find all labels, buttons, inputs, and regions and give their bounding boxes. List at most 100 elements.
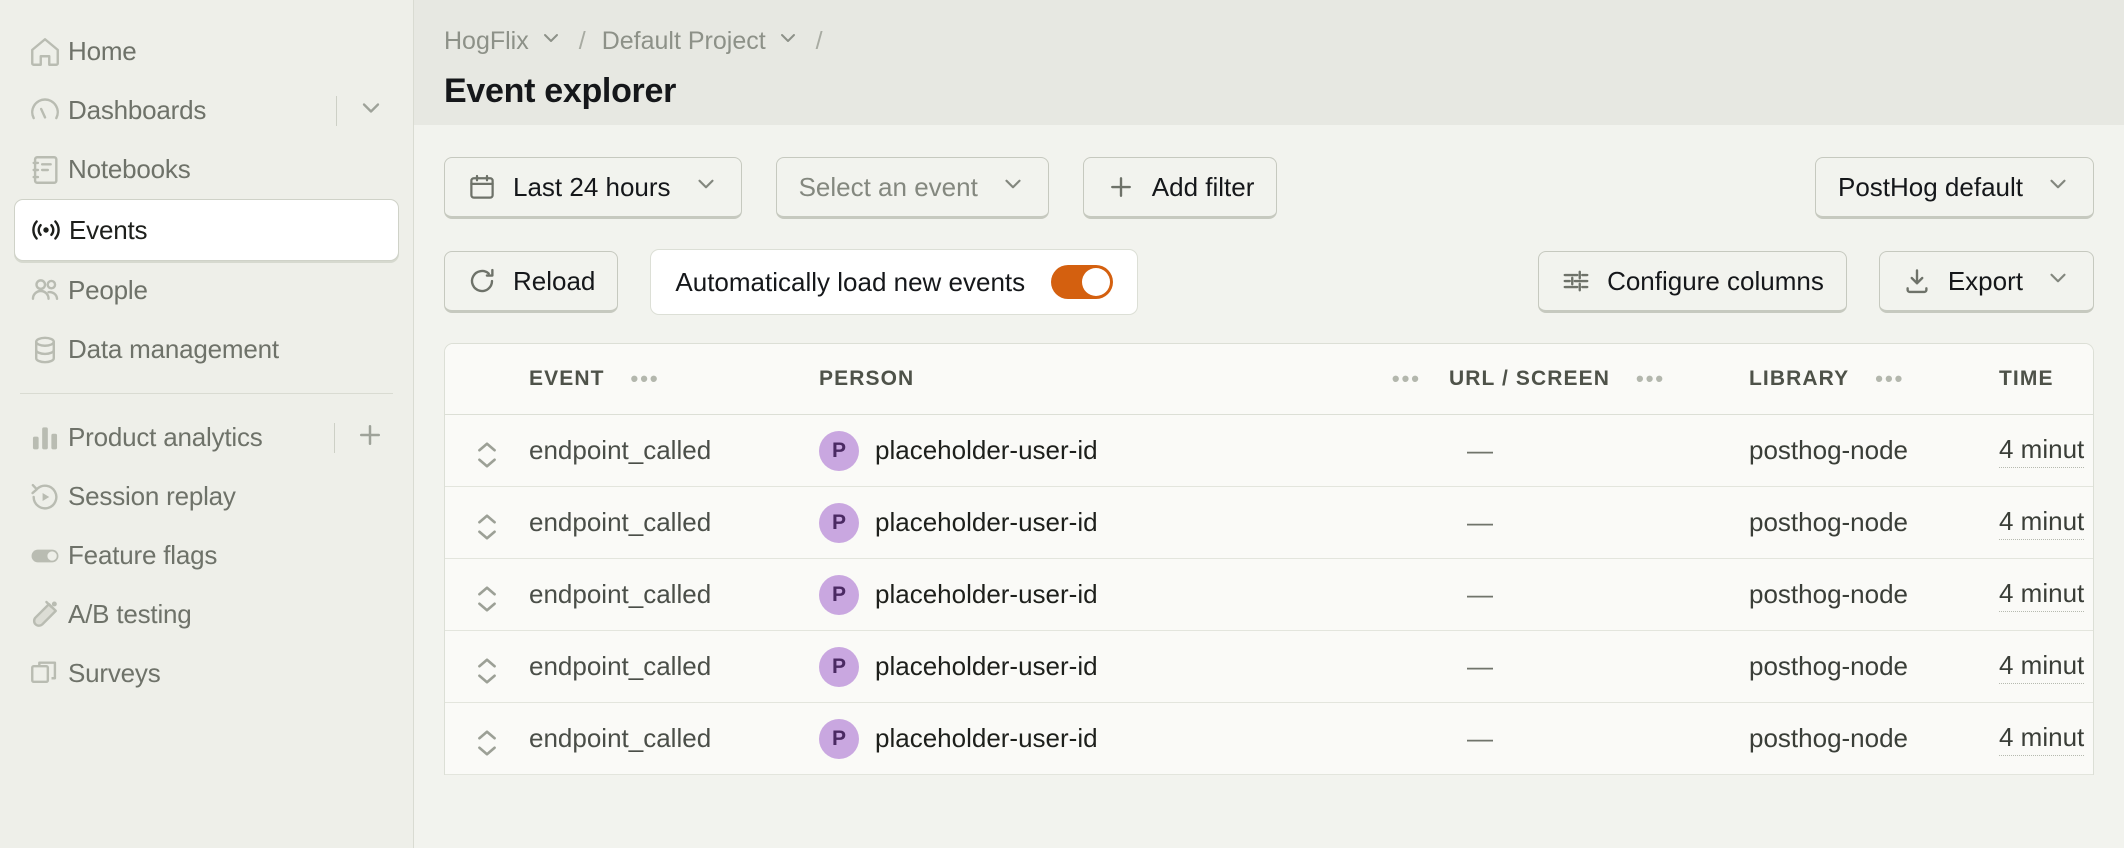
cell-person: P placeholder-user-id: [819, 414, 1449, 487]
person-name[interactable]: placeholder-user-id: [875, 723, 1098, 754]
sidebar-item-session-replay[interactable]: Session replay: [14, 467, 399, 526]
cell-url: —: [1449, 486, 1749, 559]
action-bar: Reload Automatically load new events Con…: [444, 249, 2094, 343]
table-header-row: EVENT ••• PERSON ••• URL / SCREEN ••• LI…: [445, 344, 2093, 415]
avatar: P: [819, 574, 859, 615]
cell-url: —: [1449, 702, 1749, 775]
chevron-down-icon[interactable]: [776, 26, 800, 57]
add-filter-button[interactable]: Add filter: [1082, 157, 1278, 219]
column-label-person: PERSON: [819, 367, 915, 390]
sidebar-item-events[interactable]: Events: [14, 199, 399, 261]
chevron-down-icon[interactable]: [539, 26, 563, 57]
person-name[interactable]: placeholder-user-id: [875, 435, 1098, 466]
table-body: endpoint_called P placeholder-user-id — …: [445, 414, 2093, 775]
database-icon: [28, 333, 68, 367]
column-header-time[interactable]: TIME: [1999, 344, 2093, 415]
table-row[interactable]: endpoint_called P placeholder-user-id — …: [445, 414, 2093, 487]
divider: [334, 422, 335, 453]
table-row[interactable]: endpoint_called P placeholder-user-id — …: [445, 486, 2093, 559]
sidebar-item-product-analytics[interactable]: Product analytics: [14, 408, 399, 467]
reload-label: Reload: [513, 265, 596, 296]
sidebar-item-home[interactable]: Home: [14, 22, 399, 81]
column-menu-icon[interactable]: •••: [1366, 366, 1421, 392]
toggle-icon: [28, 539, 68, 573]
topbar: HogFlix / Default Project / Event explor…: [414, 0, 2124, 125]
home-icon: [28, 35, 68, 69]
date-range-label: Last 24 hours: [513, 171, 671, 202]
sidebar-divider: [20, 393, 393, 394]
breadcrumb-project[interactable]: Default Project: [602, 26, 800, 57]
column-header-url[interactable]: URL / SCREEN •••: [1449, 344, 1749, 415]
chevron-down-icon[interactable]: [357, 94, 385, 127]
expand-collapse-icon[interactable]: [474, 655, 500, 687]
row-expander-cell[interactable]: [445, 414, 529, 487]
plus-icon[interactable]: [355, 420, 385, 455]
expand-collapse-icon[interactable]: [474, 583, 500, 615]
product-analytics-accessory[interactable]: [334, 420, 385, 455]
people-icon: [28, 274, 68, 308]
switch-knob: [1082, 268, 1111, 296]
date-range-button[interactable]: Last 24 hours: [444, 157, 742, 219]
sidebar-item-surveys[interactable]: Surveys: [14, 644, 399, 703]
chevron-down-icon: [1000, 171, 1026, 204]
windows-icon: [28, 657, 68, 691]
cell-event: endpoint_called: [529, 414, 819, 487]
auto-load-switch[interactable]: [1051, 265, 1114, 299]
replay-icon: [28, 480, 68, 514]
column-header-person[interactable]: PERSON •••: [819, 344, 1449, 415]
export-button[interactable]: Export: [1878, 251, 2094, 313]
cell-event: endpoint_called: [529, 702, 819, 775]
column-header-event[interactable]: EVENT •••: [529, 344, 819, 415]
sidebar-item-notebooks[interactable]: Notebooks: [14, 140, 399, 199]
expand-collapse-icon[interactable]: [474, 727, 500, 759]
sidebar-item-ab-testing[interactable]: A/B testing: [14, 585, 399, 644]
sidebar-item-label: Home: [68, 36, 137, 66]
event-select-button[interactable]: Select an event: [775, 157, 1049, 219]
person-name[interactable]: placeholder-user-id: [875, 579, 1098, 610]
row-expander-cell[interactable]: [445, 702, 529, 775]
time-value: 4 minut: [1999, 578, 2085, 612]
time-value: 4 minut: [1999, 434, 2085, 468]
sidebar-item-people[interactable]: People: [14, 261, 399, 320]
data-source-button[interactable]: PostHog default: [1814, 157, 2094, 219]
add-filter-label: Add filter: [1151, 171, 1255, 202]
gauge-icon: [28, 94, 68, 128]
auto-load-toggle[interactable]: Automatically load new events: [650, 249, 1139, 315]
sidebar-item-feature-flags[interactable]: Feature flags: [14, 526, 399, 585]
auto-load-label: Automatically load new events: [675, 266, 1026, 297]
person-name[interactable]: placeholder-user-id: [875, 651, 1098, 682]
column-menu-icon[interactable]: •••: [1849, 366, 1904, 392]
sidebar-item-data-management[interactable]: Data management: [14, 320, 399, 379]
column-menu-icon[interactable]: •••: [1610, 366, 1665, 392]
time-value: 4 minut: [1999, 650, 2085, 684]
cell-library: posthog-node: [1749, 630, 1999, 703]
breadcrumb-separator: /: [578, 26, 586, 55]
table-row[interactable]: endpoint_called P placeholder-user-id — …: [445, 630, 2093, 703]
row-expander-cell[interactable]: [445, 558, 529, 631]
dashboards-accessory[interactable]: [336, 94, 385, 127]
sidebar-item-dashboards[interactable]: Dashboards: [14, 81, 399, 140]
divider: [336, 95, 337, 126]
row-expander-cell[interactable]: [445, 630, 529, 703]
chevron-down-icon: [2045, 265, 2071, 298]
person-name[interactable]: placeholder-user-id: [875, 507, 1098, 538]
sidebar-item-label: Data management: [68, 334, 279, 364]
events-table: EVENT ••• PERSON ••• URL / SCREEN ••• LI…: [444, 343, 2094, 775]
cell-library: posthog-node: [1749, 414, 1999, 487]
row-expander-cell[interactable]: [445, 486, 529, 559]
column-header-expand: [445, 344, 529, 415]
calendar-icon: [467, 172, 497, 202]
table-row[interactable]: endpoint_called P placeholder-user-id — …: [445, 702, 2093, 775]
events-table-element: EVENT ••• PERSON ••• URL / SCREEN ••• LI…: [445, 344, 2093, 775]
page-title: Event explorer: [444, 72, 677, 110]
configure-columns-button[interactable]: Configure columns: [1538, 251, 1847, 313]
column-label-library: LIBRARY: [1749, 367, 1850, 390]
main-area: HogFlix / Default Project / Event explor…: [414, 0, 2124, 848]
reload-button[interactable]: Reload: [444, 251, 619, 313]
expand-collapse-icon[interactable]: [474, 439, 500, 471]
table-row[interactable]: endpoint_called P placeholder-user-id — …: [445, 558, 2093, 631]
expand-collapse-icon[interactable]: [474, 511, 500, 543]
breadcrumb-org[interactable]: HogFlix: [444, 26, 563, 57]
column-menu-icon[interactable]: •••: [605, 366, 660, 392]
column-header-library[interactable]: LIBRARY •••: [1749, 344, 1999, 415]
